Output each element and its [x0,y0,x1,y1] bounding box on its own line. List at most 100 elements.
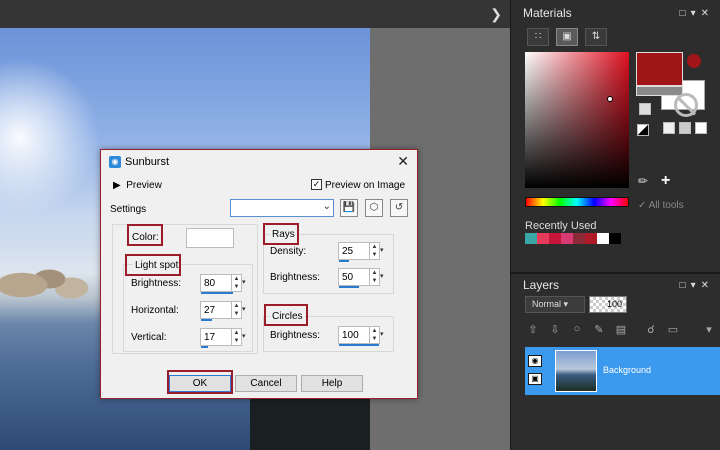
reset-colors-icon[interactable] [637,124,649,136]
blend-mode-select[interactable]: Normal ▾ [525,296,585,313]
layers-panel-controls[interactable]: □▾✕ [680,280,714,291]
preview-on-image-checkbox[interactable]: ✓ [311,179,322,190]
lock-icon[interactable]: ▭ [665,323,681,339]
eyedropper-icon[interactable]: ✏ [638,174,648,188]
recent-color-swatch[interactable] [549,233,561,244]
recent-color-swatch[interactable] [585,233,597,244]
recent-color-swatch[interactable] [609,233,621,244]
slider-dropdown-icon[interactable]: ▾ [380,327,388,343]
hue-strip[interactable] [525,197,629,207]
close-icon[interactable]: ✕ [397,153,409,170]
density-spinner[interactable]: 25 ▲ ▼ ▾ [338,242,384,262]
chevron-right-icon[interactable]: ❯ [490,6,502,23]
rays-brightness-value: 50 [342,272,354,283]
preview-on-image-label[interactable]: Preview on Image [325,180,405,191]
cancel-button[interactable]: Cancel [235,375,297,392]
opacity-field[interactable]: 100 [589,296,627,313]
settings-dropdown[interactable]: ⌄ [230,199,334,217]
right-panel: Materials □▾✕ ∷ ▣ ⇅ ✏ + ✓ All tools Rece… [510,0,720,450]
link-icon[interactable]: ☌ [643,323,659,339]
layer-name: Background [603,365,652,375]
spin-arrows-icon[interactable]: ▲ ▼ [231,302,241,318]
recent-color-swatch[interactable] [561,233,573,244]
color-swatch[interactable] [186,228,234,248]
rays-brightness-label: Brightness: [270,272,321,283]
spin-arrows-icon[interactable]: ▲ ▼ [369,243,379,259]
slider-dropdown-icon[interactable]: ▾ [380,269,388,285]
slider-dropdown-icon[interactable]: ▾ [242,302,250,318]
new-layer-icon[interactable]: ⇧ [525,323,541,339]
resources-icon[interactable]: ⬡ [365,199,383,217]
settings-label: Settings [110,204,147,215]
rays-brightness-bar [339,286,359,288]
preview-toggle[interactable]: ▶ Preview [113,180,162,191]
recent-color-swatch[interactable] [573,233,585,244]
slider-dropdown-icon[interactable]: ▾ [242,329,250,345]
swatches-tab-icon[interactable]: ∷ [527,28,549,46]
layer-row-background[interactable]: ◉ ▣ Background [525,347,720,395]
preview-label: Preview [126,180,162,191]
delete-layer-icon[interactable]: ▤ [613,323,629,339]
recently-used-label: Recently Used [525,220,597,232]
recent-swatches[interactable] [525,233,621,244]
spin-arrows-icon[interactable]: ▲ ▼ [369,269,379,285]
recent-color-swatch[interactable] [537,233,549,244]
circles-brightness-bar [339,344,379,346]
rainbow-tab-icon[interactable]: ▣ [556,28,578,46]
brightness-label: Brightness: [131,278,182,289]
merge-layer-icon[interactable]: ⇩ [547,323,563,339]
horizontal-value: 27 [204,305,216,316]
spin-arrows-icon[interactable]: ▲ ▼ [369,327,379,343]
rocks [0,243,110,303]
materials-panel-controls[interactable]: □▾✕ [680,8,714,19]
horizontal-spinner[interactable]: 27 ▲ ▼ ▾ [200,301,246,321]
foreground-color-swatch[interactable] [636,52,683,86]
reset-icon[interactable]: ↺ [390,199,408,217]
horizontal-label: Horizontal: [131,305,179,316]
mask-icon[interactable]: ○ [569,323,585,339]
color-indicator [687,54,701,68]
foreground-material-swatch[interactable] [636,86,683,96]
spin-arrows-icon[interactable]: ▲ ▼ [231,329,241,345]
layers-menu-icon[interactable]: ▾ [701,323,717,339]
spin-arrows-icon[interactable]: ▲ ▼ [231,275,241,291]
all-tools-checkbox[interactable]: ✓ All tools [638,200,684,211]
density-value: 25 [342,246,354,257]
dialog-title: Sunburst [125,156,170,168]
circles-brightness-label: Brightness: [270,330,321,341]
brush-icon[interactable]: ✎ [591,323,607,339]
recent-color-swatch[interactable] [597,233,609,244]
help-button[interactable]: Help [301,375,363,392]
vertical-label: Vertical: [131,332,167,343]
transparent-icon[interactable] [674,93,698,117]
vertical-spinner[interactable]: 17 ▲ ▼ ▾ [200,328,246,348]
color-field[interactable] [525,52,629,188]
visibility-icon[interactable]: ◉ [528,355,542,367]
slider-dropdown-icon[interactable]: ▾ [380,243,388,259]
rays-brightness-spinner[interactable]: 50 ▲ ▼ ▾ [338,268,384,288]
density-bar [339,260,349,262]
density-label: Density: [270,246,307,257]
layers-title: Layers [523,278,560,292]
chevron-down-icon: ⌄ [322,201,331,212]
brightness-bar [201,292,233,294]
brightness-spinner[interactable]: 80 ▲ ▼ ▾ [200,274,246,294]
recent-color-swatch[interactable] [525,233,537,244]
layer-mode-icon[interactable]: ▣ [528,373,542,385]
swap-colors-icon[interactable] [639,103,651,115]
save-preset-icon[interactable]: 💾 [340,199,358,217]
circles-brightness-spinner[interactable]: 100 ▲ ▼ ▾ [338,326,384,346]
pattern-icon[interactable] [679,122,691,134]
circles-brightness-value: 100 [342,330,359,341]
ok-highlight [167,370,233,394]
blend-mode-value: Normal [532,299,562,309]
color-highlight [127,224,163,246]
gradient-icon[interactable] [695,122,707,134]
slider-dropdown-icon[interactable]: ▾ [242,275,250,291]
all-tools-label: All tools [648,200,684,211]
add-swatch-icon[interactable]: + [661,172,670,190]
circles-highlight [264,304,308,326]
color-marker[interactable] [607,96,613,102]
adjust-tab-icon[interactable]: ⇅ [585,28,607,46]
texture-icon[interactable] [663,122,675,134]
